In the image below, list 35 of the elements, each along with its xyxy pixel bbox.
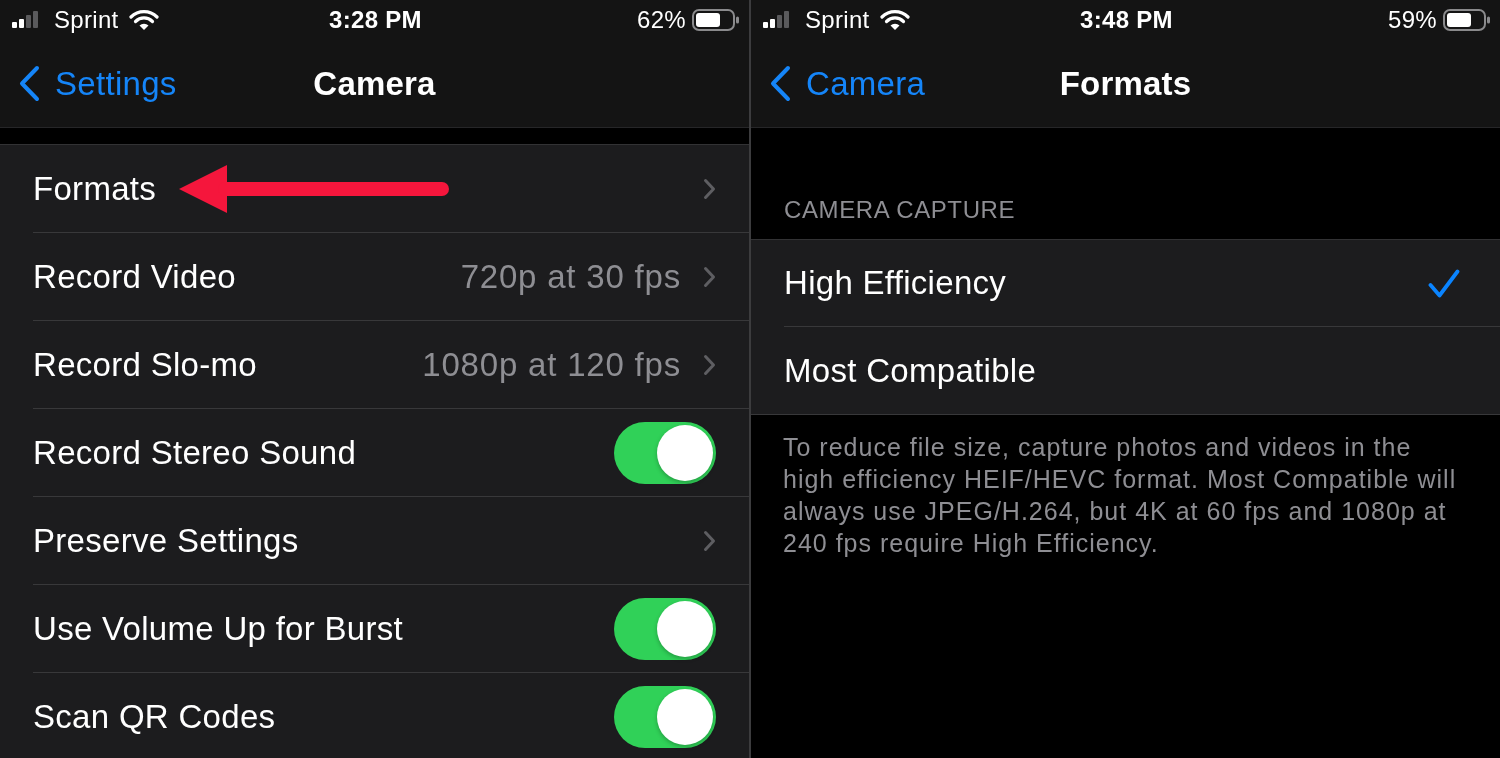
section-header: CAMERA CAPTURE <box>784 196 1016 223</box>
battery-icon <box>692 9 739 31</box>
chevron-right-icon <box>703 353 716 376</box>
option-label: High Efficiency <box>784 264 1007 302</box>
chevron-left-icon <box>18 65 40 102</box>
back-button[interactable]: Camera <box>769 64 926 103</box>
carrier-name: Sprint <box>805 6 870 34</box>
footer-text: To reduce file size, capture photos and videos in the high efficiency HEIF/HEVC format. Most Compatible will always use JPEG/H.264, but 4K at 60 fps and 1080p at 240 fps require High Efficiency. <box>783 432 1457 559</box>
row-value: 1080p at 120 fps <box>422 345 681 384</box>
battery-percent: 59% <box>1388 6 1437 34</box>
option-label: Most Compatible <box>784 351 1037 390</box>
row-label: Use Volume Up for Burst <box>33 609 404 648</box>
chevron-right-icon <box>703 265 716 288</box>
row-label: Record Stereo Sound <box>33 433 357 472</box>
chevron-left-icon <box>769 65 791 102</box>
row-label: Formats <box>33 169 157 208</box>
wifi-icon <box>879 9 910 31</box>
row-label: Preserve Settings <box>33 521 299 560</box>
carrier-name: Sprint <box>54 6 119 34</box>
chevron-right-icon <box>703 177 716 200</box>
back-button[interactable]: Settings <box>18 64 177 103</box>
status-time: 3:28 PM <box>329 6 422 34</box>
battery-icon <box>1443 9 1490 31</box>
signal-icon <box>763 10 789 28</box>
wifi-icon <box>128 9 159 31</box>
nav-title: Formats <box>1059 64 1192 103</box>
nav-title: Camera <box>313 64 436 103</box>
row-label: Record Video <box>33 257 236 296</box>
signal-icon <box>12 10 38 28</box>
row-label: Scan QR Codes <box>33 697 276 736</box>
status-time: 3:48 PM <box>1080 6 1173 34</box>
row-value: 720p at 30 fps <box>460 257 681 296</box>
battery-percent: 62% <box>637 6 686 34</box>
chevron-right-icon <box>703 529 716 552</box>
row-label: Record Slo-mo <box>33 345 257 384</box>
